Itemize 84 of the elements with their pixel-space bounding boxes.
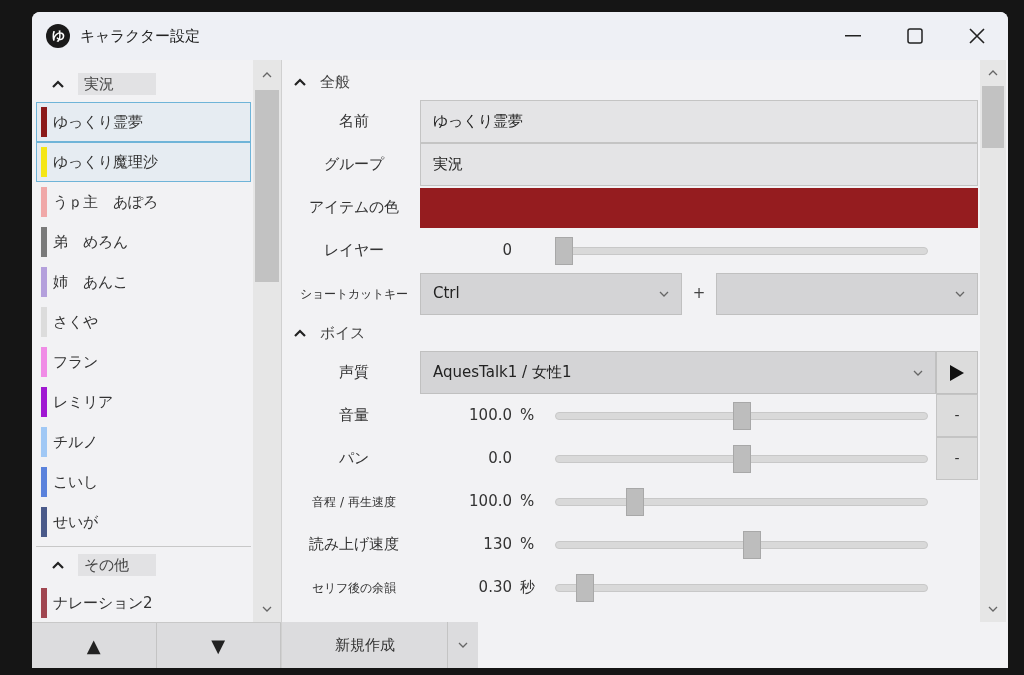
unit-label: % [520, 534, 535, 556]
slider-value: 0.0 [487, 448, 512, 470]
character-item[interactable]: ゆっくり霊夢 [36, 102, 251, 142]
scroll-up-icon[interactable] [988, 70, 998, 76]
play-button[interactable] [936, 351, 978, 394]
modifier-dropdown[interactable]: Ctrl [420, 272, 682, 315]
scroll-up-icon[interactable] [262, 72, 272, 78]
field-label: パン [339, 448, 369, 470]
section-header: ボイス [320, 322, 365, 344]
character-item[interactable]: 姉 あんこ [36, 262, 251, 302]
slider[interactable] [555, 486, 928, 517]
field-label: 音量 [339, 405, 369, 427]
unit-label: % [520, 405, 535, 427]
scrollbar-thumb[interactable] [982, 86, 1004, 148]
unit-label: 秒 [520, 577, 535, 599]
chevron-up-icon[interactable] [52, 561, 64, 569]
section-header: 全般 [320, 71, 350, 93]
group-header: その他 [78, 553, 156, 577]
character-item[interactable]: フラン [36, 342, 251, 382]
slider[interactable] [555, 572, 928, 603]
slider-value: 130 [482, 534, 512, 556]
field-label: 名前 [339, 111, 369, 133]
text-input[interactable]: 実況 [420, 143, 978, 186]
reset-button[interactable]: - [936, 437, 978, 480]
group-header: 実況 [78, 72, 156, 96]
character-item[interactable]: さくや [36, 302, 251, 342]
slider-value: 0 [501, 240, 512, 262]
color-swatch[interactable] [420, 187, 978, 228]
minimize-icon [845, 35, 861, 37]
new-button[interactable]: 新規作成 [282, 622, 448, 668]
field-label: グループ [324, 154, 384, 176]
slider-thumb[interactable] [576, 573, 595, 602]
dropdown-caret-icon[interactable] [659, 290, 669, 297]
slider-value: 100.0 [468, 491, 512, 513]
character-item[interactable]: せいが [36, 502, 251, 542]
slider-thumb[interactable] [732, 401, 751, 430]
slider[interactable] [555, 400, 928, 431]
scrollbar[interactable] [253, 60, 281, 622]
app-icon: ゆ [46, 24, 70, 48]
scroll-down-icon[interactable] [988, 606, 998, 612]
window-title: キャラクター設定 [80, 25, 200, 47]
move-up-button[interactable]: ▲ [32, 623, 157, 668]
field-label: アイテムの色 [309, 197, 399, 219]
slider-thumb[interactable] [555, 236, 573, 265]
character-item[interactable]: ゆっくり魔理沙 [36, 142, 251, 182]
character-item[interactable]: うｐ主 あぽろ [36, 182, 251, 222]
field-label: 読み上げ速度 [309, 534, 399, 556]
slider-thumb[interactable] [743, 530, 762, 559]
chevron-up-icon[interactable] [294, 78, 306, 86]
voice-dropdown[interactable]: AquesTalk1 / 女性1 [420, 351, 936, 394]
close-icon [969, 28, 985, 44]
dropdown-caret-icon[interactable] [458, 642, 468, 648]
slider-value: 100.0 [468, 405, 512, 427]
text-input[interactable]: ゆっくり霊夢 [420, 100, 978, 143]
key-dropdown[interactable] [716, 272, 978, 315]
maximize-icon [907, 28, 923, 44]
chevron-up-icon[interactable] [294, 329, 306, 337]
scroll-down-icon[interactable] [262, 606, 272, 612]
slider-thumb[interactable] [732, 444, 751, 473]
dropdown-caret-icon[interactable] [913, 369, 923, 376]
character-item[interactable]: 弟 めろん [36, 222, 251, 262]
plus-sign: + [691, 283, 707, 305]
field-label: 音程 / 再生速度 [312, 493, 396, 511]
dropdown-caret-icon[interactable] [955, 290, 965, 297]
slider[interactable] [555, 235, 928, 266]
scrollbar-thumb[interactable] [255, 90, 279, 282]
character-item[interactable]: チルノ [36, 422, 251, 462]
slider[interactable] [555, 529, 928, 560]
unit-label: % [520, 491, 535, 513]
play-icon [949, 363, 965, 382]
field-label: ショートカットキー [300, 285, 408, 303]
character-item[interactable]: こいし [36, 462, 251, 502]
field-label: セリフ後の余韻 [312, 579, 396, 597]
slider-thumb[interactable] [626, 487, 644, 516]
field-label: 声質 [339, 362, 369, 384]
slider[interactable] [555, 443, 928, 474]
character-item[interactable]: レミリア [36, 382, 251, 422]
move-down-button[interactable]: ▼ [156, 623, 281, 668]
chevron-up-icon[interactable] [52, 80, 64, 88]
reset-button[interactable]: - [936, 394, 978, 437]
character-item[interactable]: ナレーション2 [36, 583, 251, 622]
field-label: レイヤー [324, 240, 384, 262]
slider-value: 0.30 [477, 577, 512, 599]
scrollbar[interactable] [980, 60, 1006, 622]
